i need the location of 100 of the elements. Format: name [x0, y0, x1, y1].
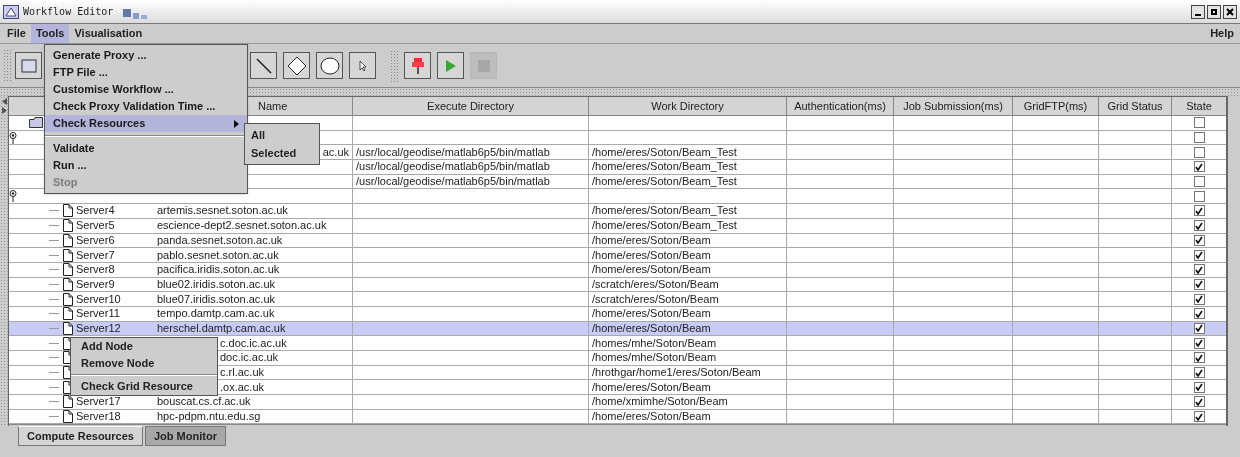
- checkbox[interactable]: [1193, 117, 1205, 129]
- checkbox[interactable]: [1193, 205, 1205, 217]
- tree-item-label[interactable]: Server4: [76, 205, 115, 217]
- pointer-icon: [358, 59, 367, 72]
- rectangle-icon: [20, 57, 37, 74]
- table-cell: escience-dept2.sesnet.soton.ac.uk: [157, 220, 327, 232]
- checkbox[interactable]: [1193, 396, 1205, 408]
- pushpin-icon: [410, 56, 425, 75]
- toolbar-button[interactable]: [316, 52, 343, 79]
- checkbox[interactable]: [1193, 278, 1205, 290]
- checkbox[interactable]: [1193, 234, 1205, 246]
- tree-node-handle-icon[interactable]: [9, 131, 17, 144]
- tree-item-label[interactable]: Server5: [76, 220, 115, 232]
- checkbox[interactable]: [1193, 249, 1205, 261]
- tree-item-label[interactable]: Server18: [76, 411, 121, 423]
- checkbox[interactable]: [1193, 161, 1205, 173]
- tree-node-handle-icon[interactable]: [9, 190, 17, 203]
- checkbox[interactable]: [1193, 322, 1205, 334]
- table-cell: /scratch/eres/Soton/Beam: [592, 278, 719, 290]
- checkbox[interactable]: [1193, 411, 1205, 423]
- table-cell: /usr/local/geodise/matlab6p5/bin/matlab: [356, 176, 550, 188]
- document-icon: [63, 292, 73, 306]
- close-button[interactable]: [1223, 4, 1237, 19]
- menu-item[interactable]: Check Resources: [45, 115, 247, 132]
- line-icon: [254, 56, 273, 75]
- tree-item-label[interactable]: Server11: [76, 308, 120, 320]
- table-cell: herschel.damtp.cam.ac.uk: [157, 322, 286, 334]
- table-cell: blue07.iridis.soton.ac.uk: [157, 293, 275, 305]
- document-icon: [63, 263, 73, 277]
- tree-item-label[interactable]: Server9: [76, 278, 115, 290]
- table-cell: /home/eres/Soton/Beam_Test: [592, 146, 737, 158]
- table-cell: /home/eres/Soton/Beam: [592, 322, 711, 334]
- table-cell: /home/eres/Soton/Beam_Test: [592, 205, 737, 217]
- checkbox[interactable]: [1193, 220, 1205, 232]
- document-icon: [63, 248, 73, 262]
- submenu-arrow-icon: [234, 119, 239, 128]
- document-icon: [63, 395, 73, 409]
- document-icon: [63, 219, 73, 233]
- checkbox[interactable]: [1193, 381, 1205, 393]
- table-cell: /home/eres/Soton/Beam: [592, 234, 711, 246]
- window-icon: [3, 4, 19, 19]
- table-cell: /home/eres/Soton/Beam_Test: [592, 220, 737, 232]
- table-cell: /usr/local/geodise/matlab6p5/bin/matlab: [356, 161, 550, 173]
- checkbox[interactable]: [1193, 367, 1205, 379]
- document-icon: [63, 410, 73, 424]
- checkbox[interactable]: [1193, 308, 1205, 320]
- table-cell: blue02.iridis.soton.ac.uk: [157, 278, 275, 290]
- minimize-button[interactable]: [1191, 4, 1205, 19]
- checkbox[interactable]: [1193, 146, 1205, 158]
- checkbox[interactable]: [1193, 132, 1205, 144]
- menu-title[interactable]: Help: [1206, 25, 1238, 42]
- tree-item-label[interactable]: Server8: [76, 264, 115, 276]
- table-cell: ac.uk: [322, 146, 349, 158]
- diamond-icon: [286, 55, 307, 76]
- menu-item[interactable]: Selected: [245, 144, 319, 162]
- table-cell: c.doc.ic.ac.uk: [220, 337, 287, 349]
- toolbar-button[interactable]: [283, 52, 310, 79]
- document-icon: [63, 321, 73, 335]
- document-icon: [63, 233, 73, 247]
- circle-icon: [319, 56, 340, 75]
- table-cell: hpc-pdpm.ntu.edu.sg: [157, 411, 261, 423]
- checkbox[interactable]: [1193, 176, 1205, 188]
- checkbox[interactable]: [1193, 337, 1205, 349]
- tree-item-label[interactable]: Server12: [76, 322, 121, 334]
- table-cell: /home/eres/Soton/Beam_Test: [592, 161, 737, 173]
- document-icon: [63, 204, 73, 218]
- table-cell: artemis.sesnet.soton.ac.uk: [157, 205, 288, 217]
- checkbox[interactable]: [1193, 293, 1205, 305]
- tab[interactable]: Compute Resources: [18, 426, 143, 446]
- maximize-button[interactable]: [1207, 4, 1221, 19]
- table-cell: /home/eres/Soton/Beam: [592, 381, 711, 393]
- table-cell: /home/eres/Soton/Beam_Test: [592, 176, 737, 188]
- menu-title[interactable]: File: [2, 24, 31, 43]
- checkbox[interactable]: [1193, 190, 1205, 202]
- menu-item[interactable]: FTP File ...: [45, 64, 247, 81]
- checkbox[interactable]: [1193, 264, 1205, 276]
- menu-item[interactable]: Generate Proxy ...: [45, 47, 247, 64]
- window-title: Workflow Editor: [23, 5, 114, 19]
- menu-item[interactable]: Check Grid Resource: [71, 378, 217, 395]
- table-cell: .ox.ac.uk: [220, 381, 265, 393]
- menu-item[interactable]: Customise Workflow ...: [45, 81, 247, 98]
- menu-title[interactable]: Visualisation: [69, 24, 148, 43]
- document-icon: [63, 277, 73, 291]
- tree-item-label[interactable]: Server7: [76, 249, 115, 261]
- table-cell: /usr/local/geodise/matlab6p5/bin/matlab: [356, 146, 550, 158]
- table-cell: /homes/mhe/Soton/Beam: [592, 352, 717, 364]
- tree-item-label[interactable]: Server6: [76, 234, 115, 246]
- tree-item-label[interactable]: Server17: [76, 396, 121, 408]
- table-cell: /home/eres/Soton/Beam: [592, 308, 711, 320]
- table-cell: /scratch/eres/Soton/Beam: [592, 293, 719, 305]
- tree-item-label[interactable]: Server10: [76, 293, 121, 305]
- document-icon: [63, 307, 73, 321]
- table-cell: c.rl.ac.uk: [220, 367, 264, 379]
- menu-item[interactable]: All: [245, 126, 319, 144]
- tab[interactable]: Job Monitor: [145, 426, 226, 446]
- collapse-arrows-icon[interactable]: [1, 98, 7, 114]
- checkbox[interactable]: [1193, 352, 1205, 364]
- table-cell: /home/eres/Soton/Beam: [592, 411, 711, 423]
- table-cell: panda.sesnet.soton.ac.uk: [157, 234, 283, 246]
- menu-title[interactable]: Tools: [30, 24, 70, 43]
